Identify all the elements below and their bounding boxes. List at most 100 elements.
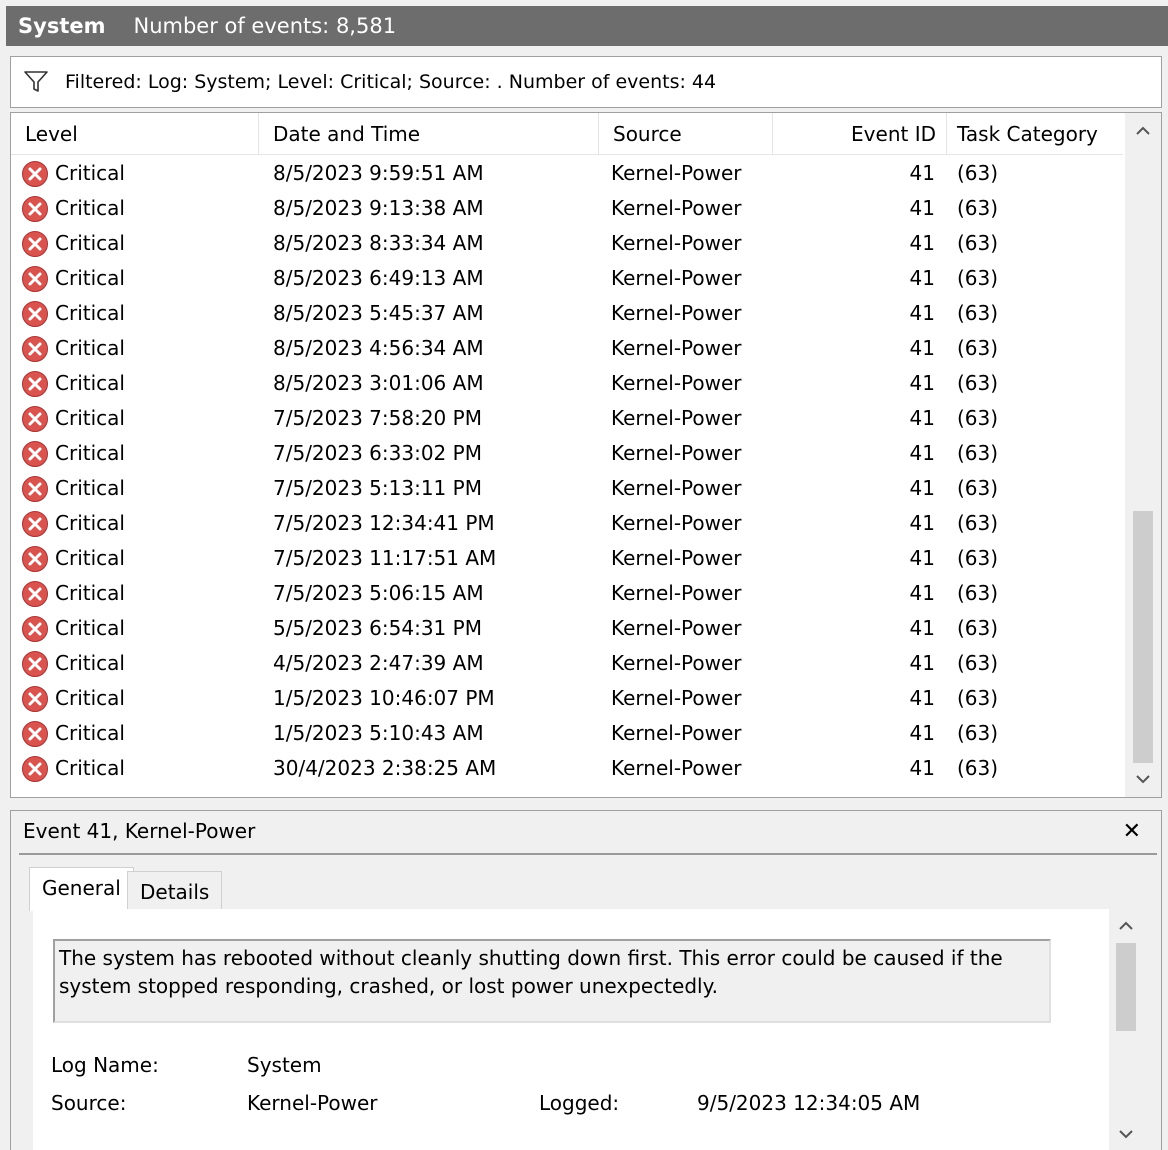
cell-source: Kernel-Power xyxy=(611,511,742,535)
event-rows: Critical 8/5/2023 9:59:51 AM Kernel-Power 4… xyxy=(11,156,1123,786)
table-row[interactable]: Critical 8/5/2023 9:59:51 AM Kernel-Power 4… xyxy=(11,156,1123,191)
critical-x-circle-icon xyxy=(22,616,48,642)
critical-x-circle-icon xyxy=(22,511,48,537)
cell-task-category: (63) xyxy=(957,231,999,255)
cell-event-id: 41 xyxy=(909,371,935,395)
log-name: System xyxy=(18,14,106,38)
cell-date-time: 7/5/2023 5:13:11 PM xyxy=(273,476,482,500)
cell-event-id: 41 xyxy=(909,616,935,640)
event-detail-pane: Event 41, Kernel-Power ✕ General Details… xyxy=(10,810,1162,1150)
cell-event-id: 41 xyxy=(909,336,935,360)
cell-task-category: (63) xyxy=(957,616,999,640)
cell-date-time: 4/5/2023 2:47:39 AM xyxy=(273,651,484,675)
table-row[interactable]: Critical 1/5/2023 10:46:07 PM Kernel-Power… xyxy=(11,681,1123,716)
cell-level: Critical xyxy=(55,686,125,710)
table-row[interactable]: Critical 1/5/2023 5:10:43 AM Kernel-Power 4… xyxy=(11,716,1123,751)
chevron-up-icon[interactable] xyxy=(1109,909,1143,943)
grid-header: Level Date and Time Source Event ID Task… xyxy=(11,113,1123,155)
cell-date-time: 8/5/2023 6:49:13 AM xyxy=(273,266,484,290)
table-row[interactable]: Critical 8/5/2023 6:49:13 AM Kernel-Power 4… xyxy=(11,261,1123,296)
table-row[interactable]: Critical 8/5/2023 5:45:37 AM Kernel-Power 4… xyxy=(11,296,1123,331)
source-label: Source: xyxy=(51,1091,127,1115)
logged-label: Logged: xyxy=(539,1091,620,1115)
table-row[interactable]: Critical 8/5/2023 3:01:06 AM Kernel-Power 4… xyxy=(11,366,1123,401)
detail-scrollbar[interactable] xyxy=(1109,909,1143,1150)
cell-level: Critical xyxy=(55,371,125,395)
critical-x-circle-icon xyxy=(22,161,48,187)
cell-event-id: 41 xyxy=(909,406,935,430)
detail-divider xyxy=(19,853,1157,855)
log-header: System Number of events: 8,581 xyxy=(6,6,1168,46)
tab-general[interactable]: General xyxy=(29,867,134,911)
cell-task-category: (63) xyxy=(957,406,999,430)
column-header-source[interactable]: Source xyxy=(599,113,773,155)
cell-date-time: 7/5/2023 6:33:02 PM xyxy=(273,441,482,465)
cell-source: Kernel-Power xyxy=(611,651,742,675)
events-scroll-thumb[interactable] xyxy=(1133,511,1153,763)
critical-x-circle-icon xyxy=(22,581,48,607)
table-row[interactable]: Critical 30/4/2023 2:38:25 AM Kernel-Power… xyxy=(11,751,1123,786)
cell-level: Critical xyxy=(55,441,125,465)
events-scrollbar[interactable] xyxy=(1125,113,1161,797)
chevron-down-icon[interactable] xyxy=(1125,761,1161,797)
general-tab-content: The system has rebooted without cleanly … xyxy=(33,909,1119,1150)
cell-level: Critical xyxy=(55,161,125,185)
tab-details[interactable]: Details xyxy=(127,871,223,911)
table-row[interactable]: Critical 7/5/2023 12:34:41 PM Kernel-Power… xyxy=(11,506,1123,541)
cell-event-id: 41 xyxy=(909,161,935,185)
critical-x-circle-icon xyxy=(22,756,48,782)
cell-level: Critical xyxy=(55,406,125,430)
event-description: The system has rebooted without cleanly … xyxy=(53,939,1051,1023)
cell-level: Critical xyxy=(55,231,125,255)
column-header-date-time[interactable]: Date and Time xyxy=(259,113,599,155)
close-icon[interactable]: ✕ xyxy=(1123,819,1141,844)
chevron-up-icon[interactable] xyxy=(1125,113,1161,149)
cell-date-time: 8/5/2023 9:13:38 AM xyxy=(273,196,484,220)
table-row[interactable]: Critical 7/5/2023 5:13:11 PM Kernel-Power 4… xyxy=(11,471,1123,506)
cell-task-category: (63) xyxy=(957,686,999,710)
cell-task-category: (63) xyxy=(957,336,999,360)
cell-source: Kernel-Power xyxy=(611,161,742,185)
table-row[interactable]: Critical 8/5/2023 8:33:34 AM Kernel-Power 4… xyxy=(11,226,1123,261)
cell-task-category: (63) xyxy=(957,756,999,780)
table-row[interactable]: Critical 7/5/2023 5:06:15 AM Kernel-Power 4… xyxy=(11,576,1123,611)
cell-task-category: (63) xyxy=(957,266,999,290)
cell-level: Critical xyxy=(55,721,125,745)
source-value: Kernel-Power xyxy=(247,1091,378,1115)
column-header-level[interactable]: Level xyxy=(11,113,259,155)
column-header-event-id[interactable]: Event ID xyxy=(773,113,947,155)
chevron-down-icon[interactable] xyxy=(1109,1117,1143,1150)
critical-x-circle-icon xyxy=(22,721,48,747)
table-row[interactable]: Critical 8/5/2023 4:56:34 AM Kernel-Power 4… xyxy=(11,331,1123,366)
cell-task-category: (63) xyxy=(957,511,999,535)
critical-x-circle-icon xyxy=(22,336,48,362)
log-name-label: Log Name: xyxy=(51,1053,159,1077)
detail-scroll-thumb[interactable] xyxy=(1116,943,1136,1031)
table-row[interactable]: Critical 7/5/2023 11:17:51 AM Kernel-Power… xyxy=(11,541,1123,576)
cell-event-id: 41 xyxy=(909,301,935,325)
cell-source: Kernel-Power xyxy=(611,301,742,325)
critical-x-circle-icon xyxy=(22,371,48,397)
cell-date-time: 1/5/2023 10:46:07 PM xyxy=(273,686,495,710)
cell-level: Critical xyxy=(55,756,125,780)
critical-x-circle-icon xyxy=(22,196,48,222)
column-header-task-category[interactable]: Task Category xyxy=(947,113,1123,155)
cell-level: Critical xyxy=(55,616,125,640)
cell-event-id: 41 xyxy=(909,756,935,780)
table-row[interactable]: Critical 4/5/2023 2:47:39 AM Kernel-Power 4… xyxy=(11,646,1123,681)
critical-x-circle-icon xyxy=(22,651,48,677)
cell-level: Critical xyxy=(55,581,125,605)
cell-event-id: 41 xyxy=(909,196,935,220)
events-grid[interactable]: Level Date and Time Source Event ID Task… xyxy=(10,112,1162,798)
cell-source: Kernel-Power xyxy=(611,371,742,395)
table-row[interactable]: Critical 5/5/2023 6:54:31 PM Kernel-Power 4… xyxy=(11,611,1123,646)
cell-source: Kernel-Power xyxy=(611,756,742,780)
cell-task-category: (63) xyxy=(957,196,999,220)
table-row[interactable]: Critical 7/5/2023 7:58:20 PM Kernel-Power 4… xyxy=(11,401,1123,436)
cell-level: Critical xyxy=(55,651,125,675)
cell-event-id: 41 xyxy=(909,686,935,710)
detail-title: Event 41, Kernel-Power xyxy=(23,819,256,843)
table-row[interactable]: Critical 8/5/2023 9:13:38 AM Kernel-Power 4… xyxy=(11,191,1123,226)
cell-source: Kernel-Power xyxy=(611,546,742,570)
table-row[interactable]: Critical 7/5/2023 6:33:02 PM Kernel-Power 4… xyxy=(11,436,1123,471)
